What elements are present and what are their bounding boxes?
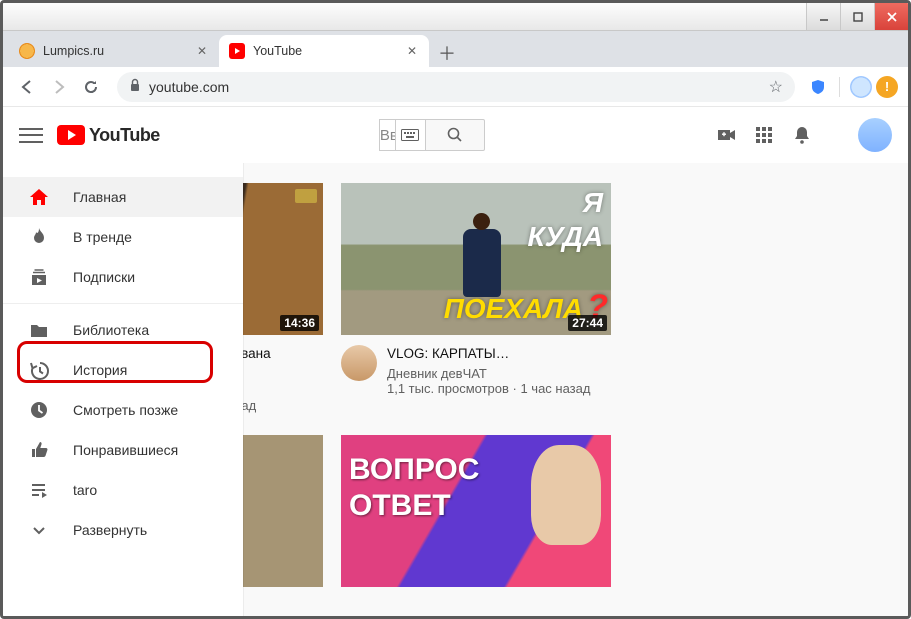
channel-name[interactable]: Дневник девЧАТ [387,366,487,381]
thumb-overlay-text: ВОПРОС [349,453,479,487]
sidebar-item-label: Понравившиеся [73,442,178,458]
video-stats: 1,1 тыс. просмотров · 1 час назад [387,381,590,396]
video-duration: 27:44 [568,315,607,331]
window-close-button[interactable] [874,3,908,30]
apps-grid-icon[interactable] [752,123,776,147]
thumb-overlay-text: ОТВЕТ [349,489,451,523]
video-duration: 14:36 [280,315,319,331]
create-video-icon[interactable] [714,123,738,147]
youtube-favicon [229,43,245,59]
address-bar[interactable]: youtube.com ☆ [117,72,795,102]
youtube-logo-icon [57,125,85,145]
browser-tab-youtube[interactable]: YouTube ✕ [219,35,429,67]
notifications-bell-icon[interactable] [790,123,814,147]
youtube-logo[interactable]: YouTube [57,125,160,146]
sidebar-item-home[interactable]: Главная [3,177,243,217]
sidebar-item-expand[interactable]: Развернуть [3,510,243,550]
sidebar-item-label: История [73,362,127,378]
lumpics-favicon [19,43,35,59]
video-title: …лашные в гостях у Ивана Вечерний Ургант… [243,345,323,380]
youtube-logo-text: YouTube [89,125,160,146]
sidebar-item-watch-later[interactable]: Смотреть позже [3,390,243,430]
browser-tab-lumpics[interactable]: Lumpics.ru ✕ [9,35,219,67]
video-thumbnail[interactable]: Я КУДА ПОЕХАЛА ? 27:44 [341,183,611,335]
url-text: youtube.com [149,79,761,95]
profile-avatar-icon[interactable] [850,76,872,98]
sidebar-item-label: Развернуть [73,522,147,538]
user-avatar[interactable] [858,118,892,152]
clock-icon [27,398,51,422]
video-card[interactable]: Я КУДА ПОЕХАЛА ? 27:44 VLOG: КАРПАТЫ… Дн… [341,183,611,413]
channel-avatar[interactable] [341,345,377,381]
sidebar-item-playlist-taro[interactable]: taro [3,470,243,510]
browser-toolbar: youtube.com ☆ ! [3,67,908,107]
sidebar-item-label: Главная [73,189,126,205]
reload-button[interactable] [77,73,105,101]
back-button[interactable] [13,73,41,101]
chevron-down-icon [27,518,51,542]
video-thumbnail[interactable]: 14:36 [243,183,323,335]
sidebar-item-label: В тренде [73,229,132,245]
sidebar-item-history[interactable]: История [3,350,243,390]
keyboard-icon[interactable] [395,119,425,151]
search-group: Введите запрос [379,119,485,151]
forward-button[interactable] [45,73,73,101]
playlist-icon [27,478,51,502]
video-feed: 14:36 …лашные в гостях у Ивана Вечерний … [243,163,908,616]
home-icon [27,185,51,209]
tab-close-button[interactable]: ✕ [405,44,419,58]
tab-title: YouTube [253,44,397,58]
bookmark-star-icon[interactable]: ☆ [769,77,783,97]
sidebar-item-trending[interactable]: В тренде [3,217,243,257]
browser-menu-button[interactable]: ! [876,76,898,98]
video-title: VLOG: КАРПАТЫ… [387,345,590,363]
sidebar-item-label: Библиотека [73,322,149,338]
thumb-overlay-text: Я [583,187,603,219]
video-thumbnail[interactable] [243,435,323,587]
search-input[interactable]: Введите запрос [379,119,395,151]
tab-close-button[interactable]: ✕ [195,44,209,58]
sidebar-item-liked[interactable]: Понравившиеся [3,430,243,470]
window-titlebar [3,3,908,31]
sidebar-item-library[interactable]: Библиотека [3,310,243,350]
youtube-header: YouTube Введите запрос [3,107,908,163]
thumb-up-icon [27,438,51,462]
video-card[interactable]: ВОПРОС ОТВЕТ [341,435,611,587]
tab-title: Lumpics.ru [43,44,187,58]
browser-tabstrip: Lumpics.ru ✕ YouTube ✕ ＋ [3,31,908,67]
sidebar-item-label: Смотреть позже [73,402,178,418]
sidebar-item-label: taro [73,482,97,498]
thumb-overlay-text: ПОЕХАЛА [444,293,583,325]
window-maximize-button[interactable] [840,3,874,30]
extension-shield-icon[interactable] [807,76,829,98]
guide-menu-button[interactable] [19,123,43,147]
subscriptions-icon [27,265,51,289]
video-stats: …осмотров · 3 года назад [243,398,323,413]
sidebar-item-subscriptions[interactable]: Подписки [3,257,243,297]
lock-icon [129,78,141,95]
window-minimize-button[interactable] [806,3,840,30]
video-card[interactable] [243,435,323,587]
video-thumbnail[interactable]: ВОПРОС ОТВЕТ [341,435,611,587]
new-tab-button[interactable]: ＋ [433,39,461,67]
separator [839,77,840,97]
folder-icon [27,318,51,342]
flame-icon [27,225,51,249]
sidebar: Главная В тренде Подписки Библиотека [3,163,243,616]
history-icon [27,358,51,382]
search-button[interactable] [425,119,485,151]
thumb-overlay-text: КУДА [527,221,603,253]
video-card[interactable]: 14:36 …лашные в гостях у Ивана Вечерний … [243,183,323,413]
sidebar-item-label: Подписки [73,269,135,285]
